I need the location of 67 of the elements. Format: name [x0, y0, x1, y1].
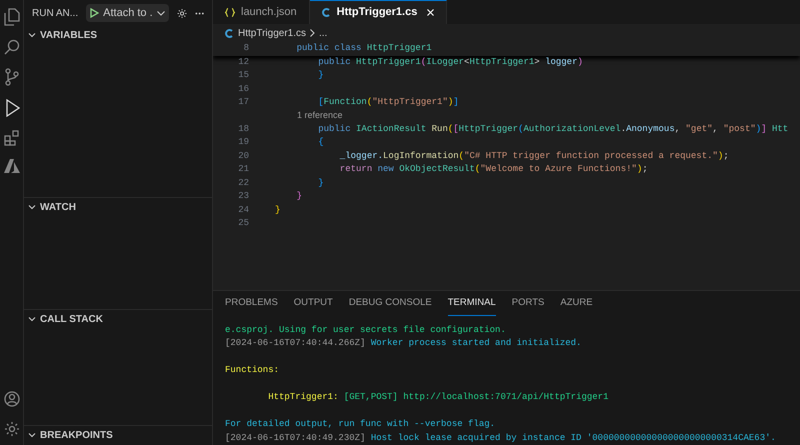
code-line: public IActionResult Run([HttpTrigger(AuthorizationLevel.Anonymous, "get", "post")] Htt	[317, 122, 788, 136]
triangle-logo-icon[interactable]	[4, 159, 20, 173]
line-number: 12	[237, 56, 249, 68]
panel-tab[interactable]: TERMINAL	[448, 296, 496, 316]
branch-icon[interactable]	[4, 68, 20, 86]
settings-icon[interactable]	[4, 421, 20, 437]
search-icon[interactable]	[4, 39, 20, 55]
line-number: 22	[237, 176, 249, 190]
panel-tab[interactable]: PORTS	[512, 296, 544, 316]
terminal-line: Functions:	[225, 364, 280, 377]
terminal-line: [2024-06-16T07:40:49.230Z] Host lock lease acquired by instance ID '000000000000000000000000314CAE63'.	[225, 432, 777, 444]
chevron-down-icon	[28, 31, 36, 39]
panel-tab[interactable]: AZURE	[560, 296, 593, 316]
line-number: 24	[237, 204, 249, 216]
chevron-down-icon	[28, 315, 36, 323]
panel-tab[interactable]: DEBUG CONSOLE	[348, 296, 432, 316]
line-number: 8	[242, 42, 249, 55]
line-number: 19	[237, 136, 249, 149]
line-number: 21	[237, 163, 249, 176]
section-header[interactable]: CALL STACK	[24, 310, 212, 328]
terminal-line: [2024-06-16T07:40:44.266Z] Worker process started and initialized.	[225, 337, 582, 350]
account-icon[interactable]	[4, 391, 20, 407]
line-number: 23	[237, 190, 249, 203]
chevron-down-icon	[156, 10, 165, 16]
code-line: _logger.LogInformation("C# HTTP trigger function processed a request.");	[338, 150, 729, 162]
section-header[interactable]: VARIABLES	[24, 26, 212, 44]
sidebar-title: RUN AN...	[32, 6, 78, 20]
chevron-down-icon	[28, 431, 36, 439]
code-line: return new OkObjectResult("Welcome to Azure Functions!");	[338, 163, 648, 176]
line-number: 17	[237, 96, 249, 109]
play-icon[interactable]	[90, 8, 100, 18]
play-bug-icon[interactable]	[4, 99, 20, 117]
panel-tab[interactable]: PROBLEMS	[225, 296, 278, 316]
chevron-down-icon	[28, 203, 36, 211]
code-line: public HttpTrigger1(ILogger<HttpTrigger1> logger)	[317, 56, 583, 68]
line-number: 16	[237, 82, 249, 96]
code-line: }	[317, 176, 324, 190]
terminal-line: e.csproj. Using for user secrets file configuration.	[225, 324, 507, 336]
launch-config-dropdown[interactable]: Attach to .	[86, 4, 169, 22]
more-icon[interactable]	[194, 12, 204, 14]
code-line: }	[296, 190, 302, 203]
breadcrumb-item[interactable]: ...	[318, 26, 328, 40]
code-line: [Function("HttpTrigger1")]	[317, 96, 459, 109]
code-line: {	[317, 136, 324, 149]
section-header[interactable]: BREAKPOINTS	[24, 426, 212, 444]
line-number: 15	[237, 69, 249, 82]
terminal-line: For detailed output, run func with --verbose flag.	[225, 418, 496, 431]
terminal-line: HttpTrigger1: [GET,POST] http://localhost:7071/api/HttpTrigger1	[267, 391, 610, 404]
csharp-file-icon	[225, 28, 234, 38]
blocks-icon[interactable]	[4, 130, 20, 146]
code-line: public class HttpTrigger1	[296, 42, 432, 55]
panel-tab[interactable]: OUTPUT	[294, 296, 333, 316]
files-icon[interactable]	[4, 8, 20, 26]
close-icon[interactable]	[427, 9, 434, 16]
editor-tab[interactable]: HttpTrigger1.cs	[310, 0, 448, 24]
section-header[interactable]: WATCH	[24, 198, 212, 216]
settings-icon[interactable]	[176, 8, 187, 18]
code-line: }	[274, 204, 280, 216]
breadcrumb-item[interactable]: HttpTrigger1.cs	[238, 26, 306, 40]
line-number: 25	[237, 217, 249, 230]
code-lens-link[interactable]: 1 reference	[281, 109, 343, 123]
chevron-right-icon	[310, 29, 315, 37]
line-number: 20	[237, 150, 249, 162]
line-number: 18	[237, 122, 249, 136]
csharp-file-icon	[322, 8, 331, 17]
code-line: }	[317, 69, 324, 82]
braces-icon	[225, 8, 235, 16]
